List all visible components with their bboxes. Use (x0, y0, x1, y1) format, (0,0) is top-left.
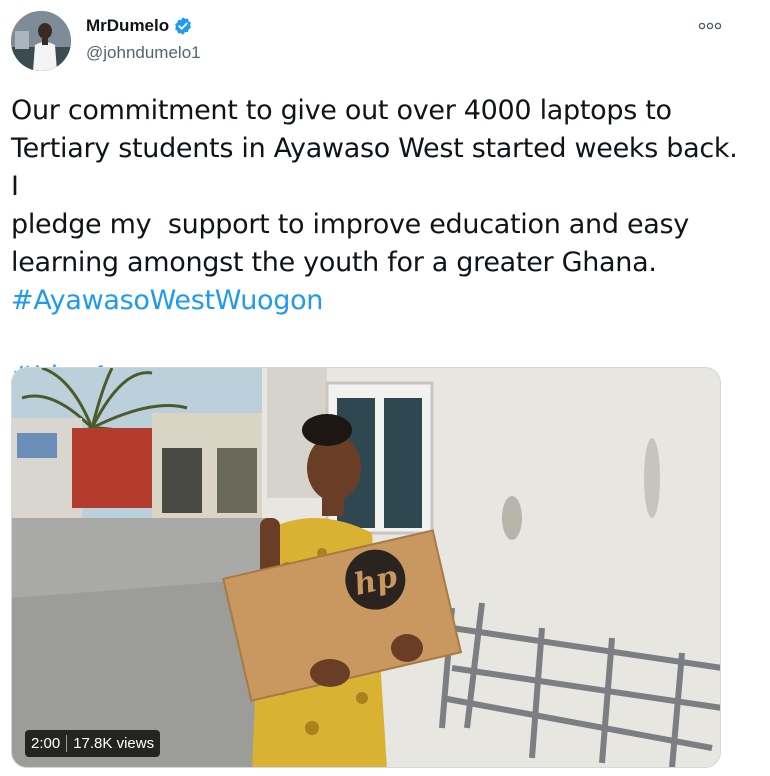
hashtag-link[interactable]: #AyawasoWestWuogon (11, 285, 323, 316)
user-handle[interactable]: @johndumelo1 (86, 43, 201, 63)
tweet-text: Our commitment to give out over 4000 lap… (11, 92, 751, 396)
video-thumbnail: hp (12, 368, 720, 767)
badge-divider (66, 735, 68, 752)
tweet-line: Our commitment to give out over 4000 lap… (11, 95, 672, 126)
avatar[interactable] (11, 11, 71, 71)
tweet-line: learning amongst the youth for a greater… (11, 247, 657, 278)
verified-badge-icon (173, 16, 193, 36)
tweet-line: Tertiary students in Ayawaso West starte… (11, 133, 746, 202)
video-stats-badge: 2:00 17.8K views (25, 730, 161, 757)
more-options-icon[interactable] (697, 15, 723, 37)
video-player[interactable]: hp (11, 367, 721, 768)
view-count: 17.8K views (73, 735, 155, 752)
video-duration: 2:00 (31, 735, 61, 752)
display-name[interactable]: MrDumelo (86, 16, 169, 36)
tweet-line: pledge my support to improve education a… (11, 209, 689, 240)
